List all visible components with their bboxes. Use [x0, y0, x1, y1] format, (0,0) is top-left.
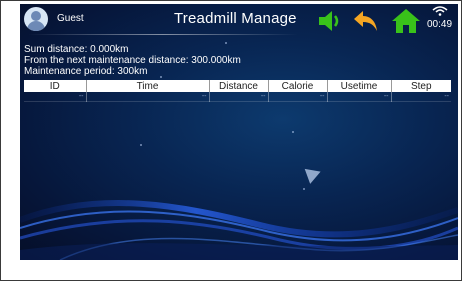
sparkle [292, 131, 294, 133]
clock-time: 00:49 [427, 19, 453, 30]
column-header-step[interactable]: Step [391, 80, 451, 92]
cell-time: -- [86, 92, 210, 102]
top-bar: Guest Treadmill Manage 00:49 [20, 4, 458, 38]
user-avatar-icon[interactable] [24, 7, 48, 31]
maintenance-period-text: Maintenance period: 300km [24, 66, 148, 77]
records-table: ID Time Distance Calorie Usetime Step --… [24, 80, 451, 102]
table-header-row: ID Time Distance Calorie Usetime Step [24, 80, 451, 92]
column-header-time[interactable]: Time [86, 80, 210, 92]
table-row[interactable]: -- -- -- -- -- -- [24, 92, 451, 102]
sum-distance-text: Sum distance: 0.000km [24, 44, 129, 55]
device-frame: Guest Treadmill Manage 00:49 Sum distanc… [0, 0, 462, 281]
cell-id: -- [24, 92, 87, 102]
sparkle [140, 144, 142, 146]
sparkle [303, 188, 305, 190]
speaker-icon[interactable] [317, 10, 343, 32]
next-maintenance-text: From the next maintenance distance: 300.… [24, 55, 241, 66]
home-icon[interactable] [391, 8, 421, 34]
column-header-calorie[interactable]: Calorie [268, 80, 328, 92]
cell-distance: -- [209, 92, 269, 102]
sparkle [160, 76, 162, 78]
background-wave [20, 200, 458, 260]
wifi-icon [432, 6, 448, 16]
column-header-id[interactable]: ID [24, 80, 87, 92]
page-title: Treadmill Manage [174, 10, 297, 27]
column-header-usetime[interactable]: Usetime [327, 80, 392, 92]
column-header-distance[interactable]: Distance [209, 80, 269, 92]
sparkle [225, 42, 227, 44]
app-screen: Guest Treadmill Manage 00:49 Sum distanc… [20, 4, 458, 260]
user-name: Guest [57, 13, 84, 24]
cell-usetime: -- [327, 92, 392, 102]
back-arrow-icon[interactable] [353, 9, 379, 33]
title-divider [28, 34, 298, 35]
cell-step: -- [391, 92, 451, 102]
cell-calorie: -- [268, 92, 328, 102]
